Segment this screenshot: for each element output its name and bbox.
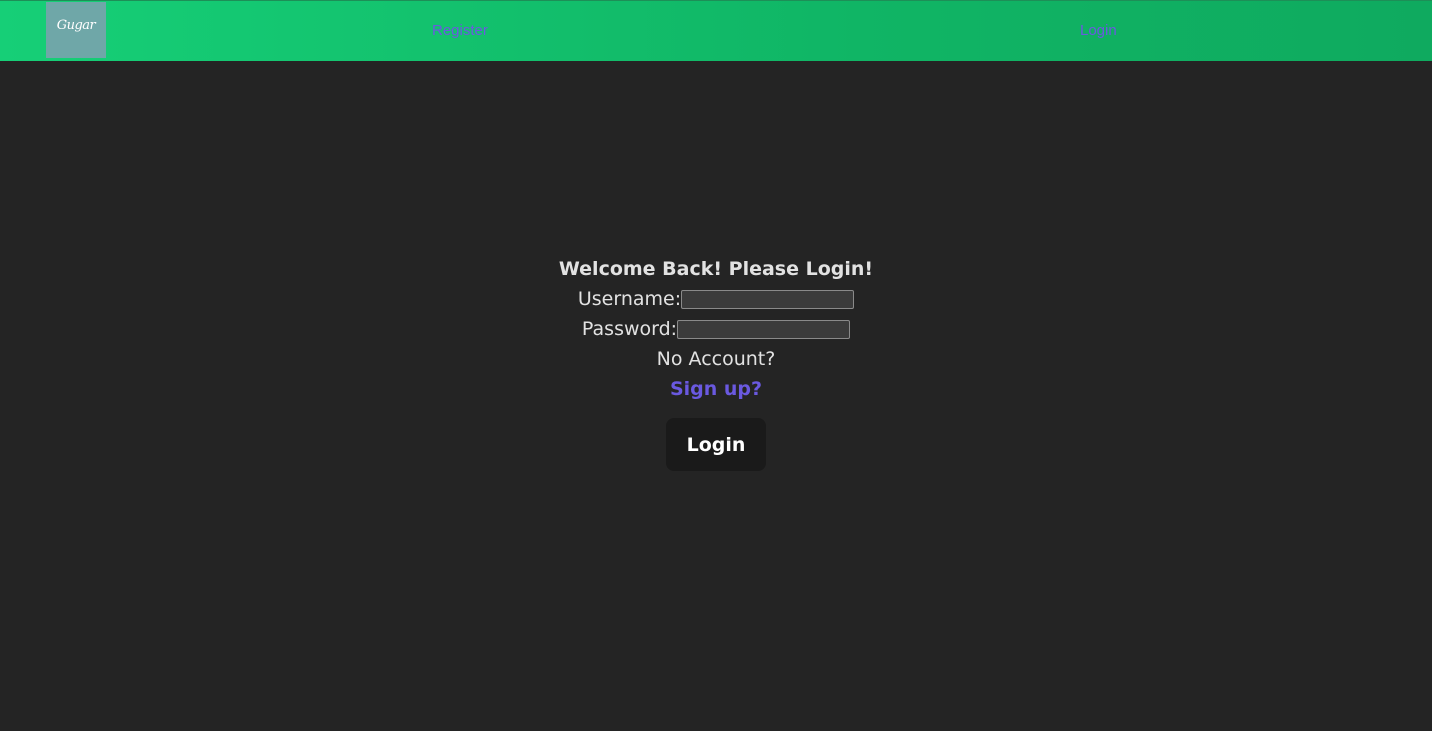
username-input[interactable]: [681, 289, 855, 309]
logo-text: Gugar: [56, 17, 96, 33]
site-logo[interactable]: Gugar: [46, 2, 106, 58]
login-title: Welcome Back! Please Login!: [558, 258, 874, 280]
login-button[interactable]: Login: [666, 418, 766, 471]
signup-link[interactable]: Sign up?: [516, 374, 916, 404]
username-row: Username:: [516, 284, 916, 314]
nav-login-link[interactable]: Login: [1080, 22, 1117, 39]
password-row: Password:: [516, 314, 916, 344]
password-label: Password:: [581, 318, 678, 340]
login-form: Welcome Back! Please Login! Username: Pa…: [516, 254, 916, 471]
no-account-text: No Account?: [656, 348, 776, 370]
nav-register-link[interactable]: Register: [432, 22, 488, 39]
top-navbar: Gugar Register Login: [0, 0, 1432, 61]
username-label: Username:: [577, 288, 682, 310]
password-input[interactable]: [677, 319, 851, 339]
